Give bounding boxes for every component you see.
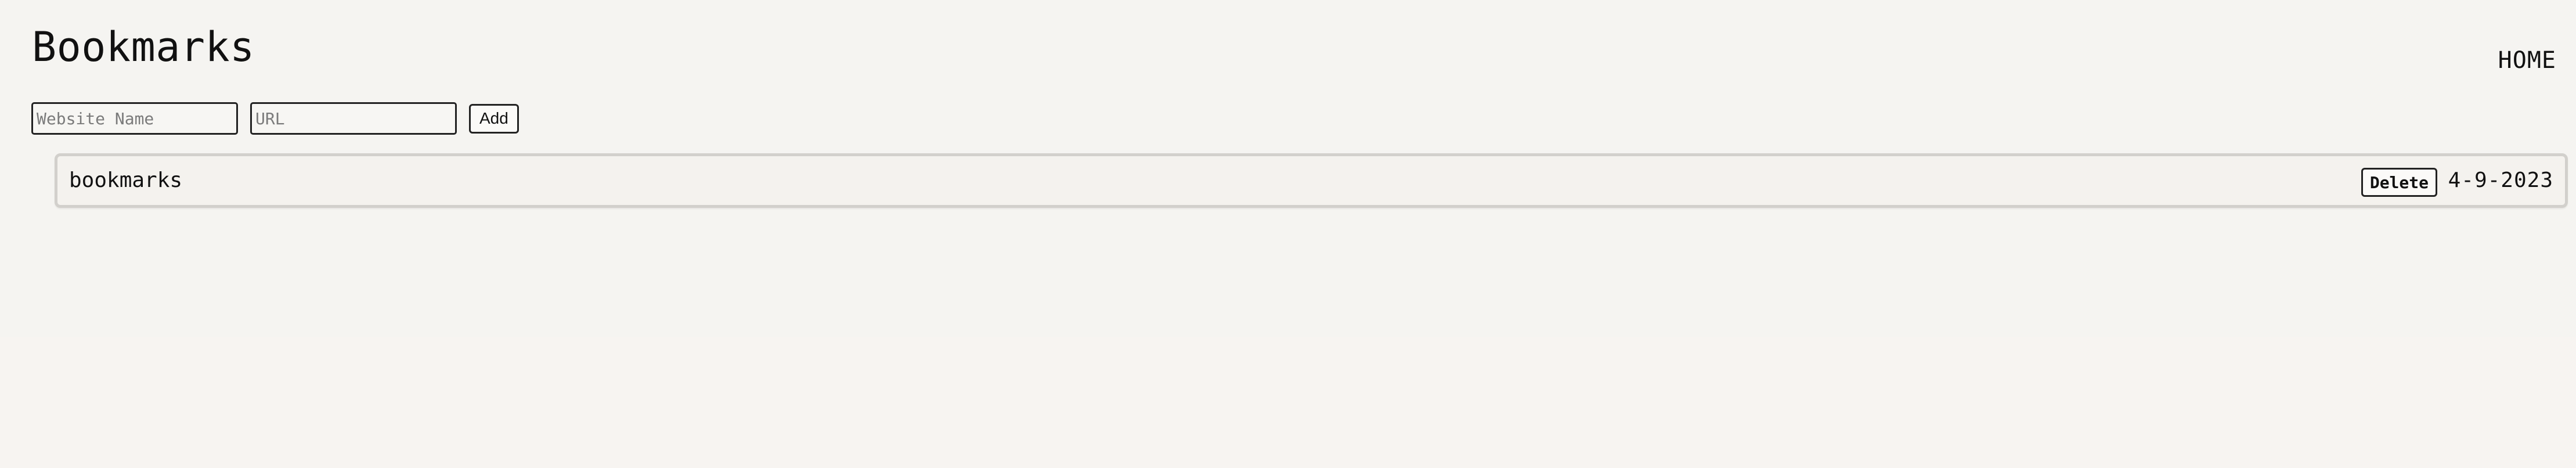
add-bookmark-form: Add bbox=[31, 102, 519, 135]
home-link[interactable]: HOME bbox=[2498, 49, 2556, 72]
website-name-input[interactable] bbox=[31, 102, 238, 135]
bookmark-date: 4-9-2023 bbox=[2448, 168, 2553, 192]
delete-bookmark-button[interactable]: Delete bbox=[2361, 168, 2437, 197]
bookmark-list: bookmarks Delete 4-9-2023 bbox=[55, 153, 2568, 208]
bookmark-item: bookmarks Delete 4-9-2023 bbox=[55, 153, 2568, 208]
bookmark-link[interactable]: bookmarks bbox=[69, 170, 182, 191]
url-input[interactable] bbox=[250, 102, 457, 135]
add-button[interactable]: Add bbox=[469, 103, 519, 134]
page-title: Bookmarks bbox=[32, 23, 255, 71]
